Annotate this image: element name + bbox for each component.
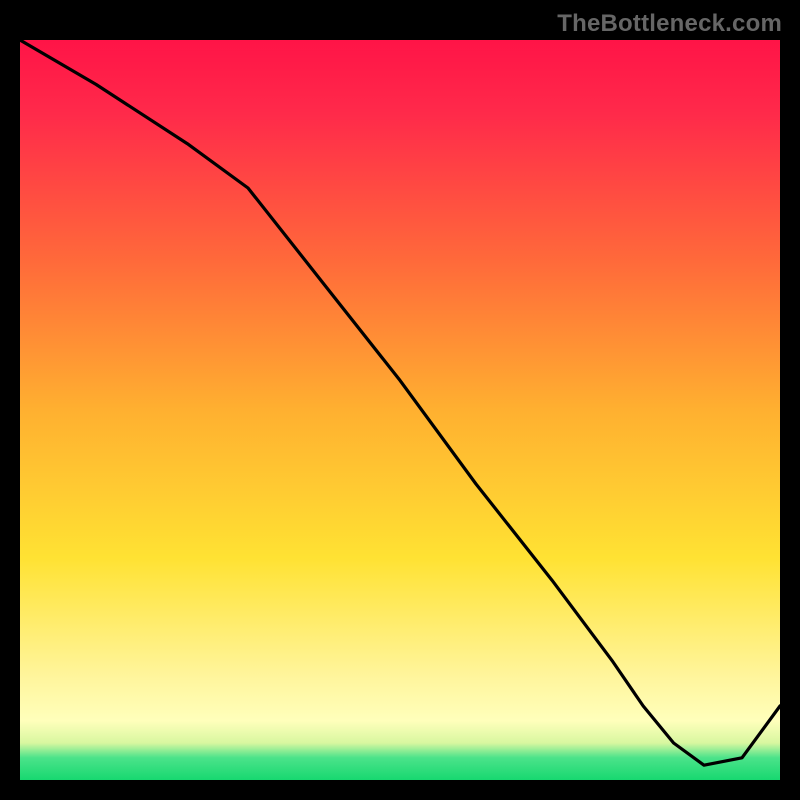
watermark-text: TheBottleneck.com	[557, 10, 782, 38]
plot-area	[20, 40, 780, 780]
chart-frame: TheBottleneck.com	[0, 0, 800, 800]
background-gradient	[20, 40, 780, 780]
